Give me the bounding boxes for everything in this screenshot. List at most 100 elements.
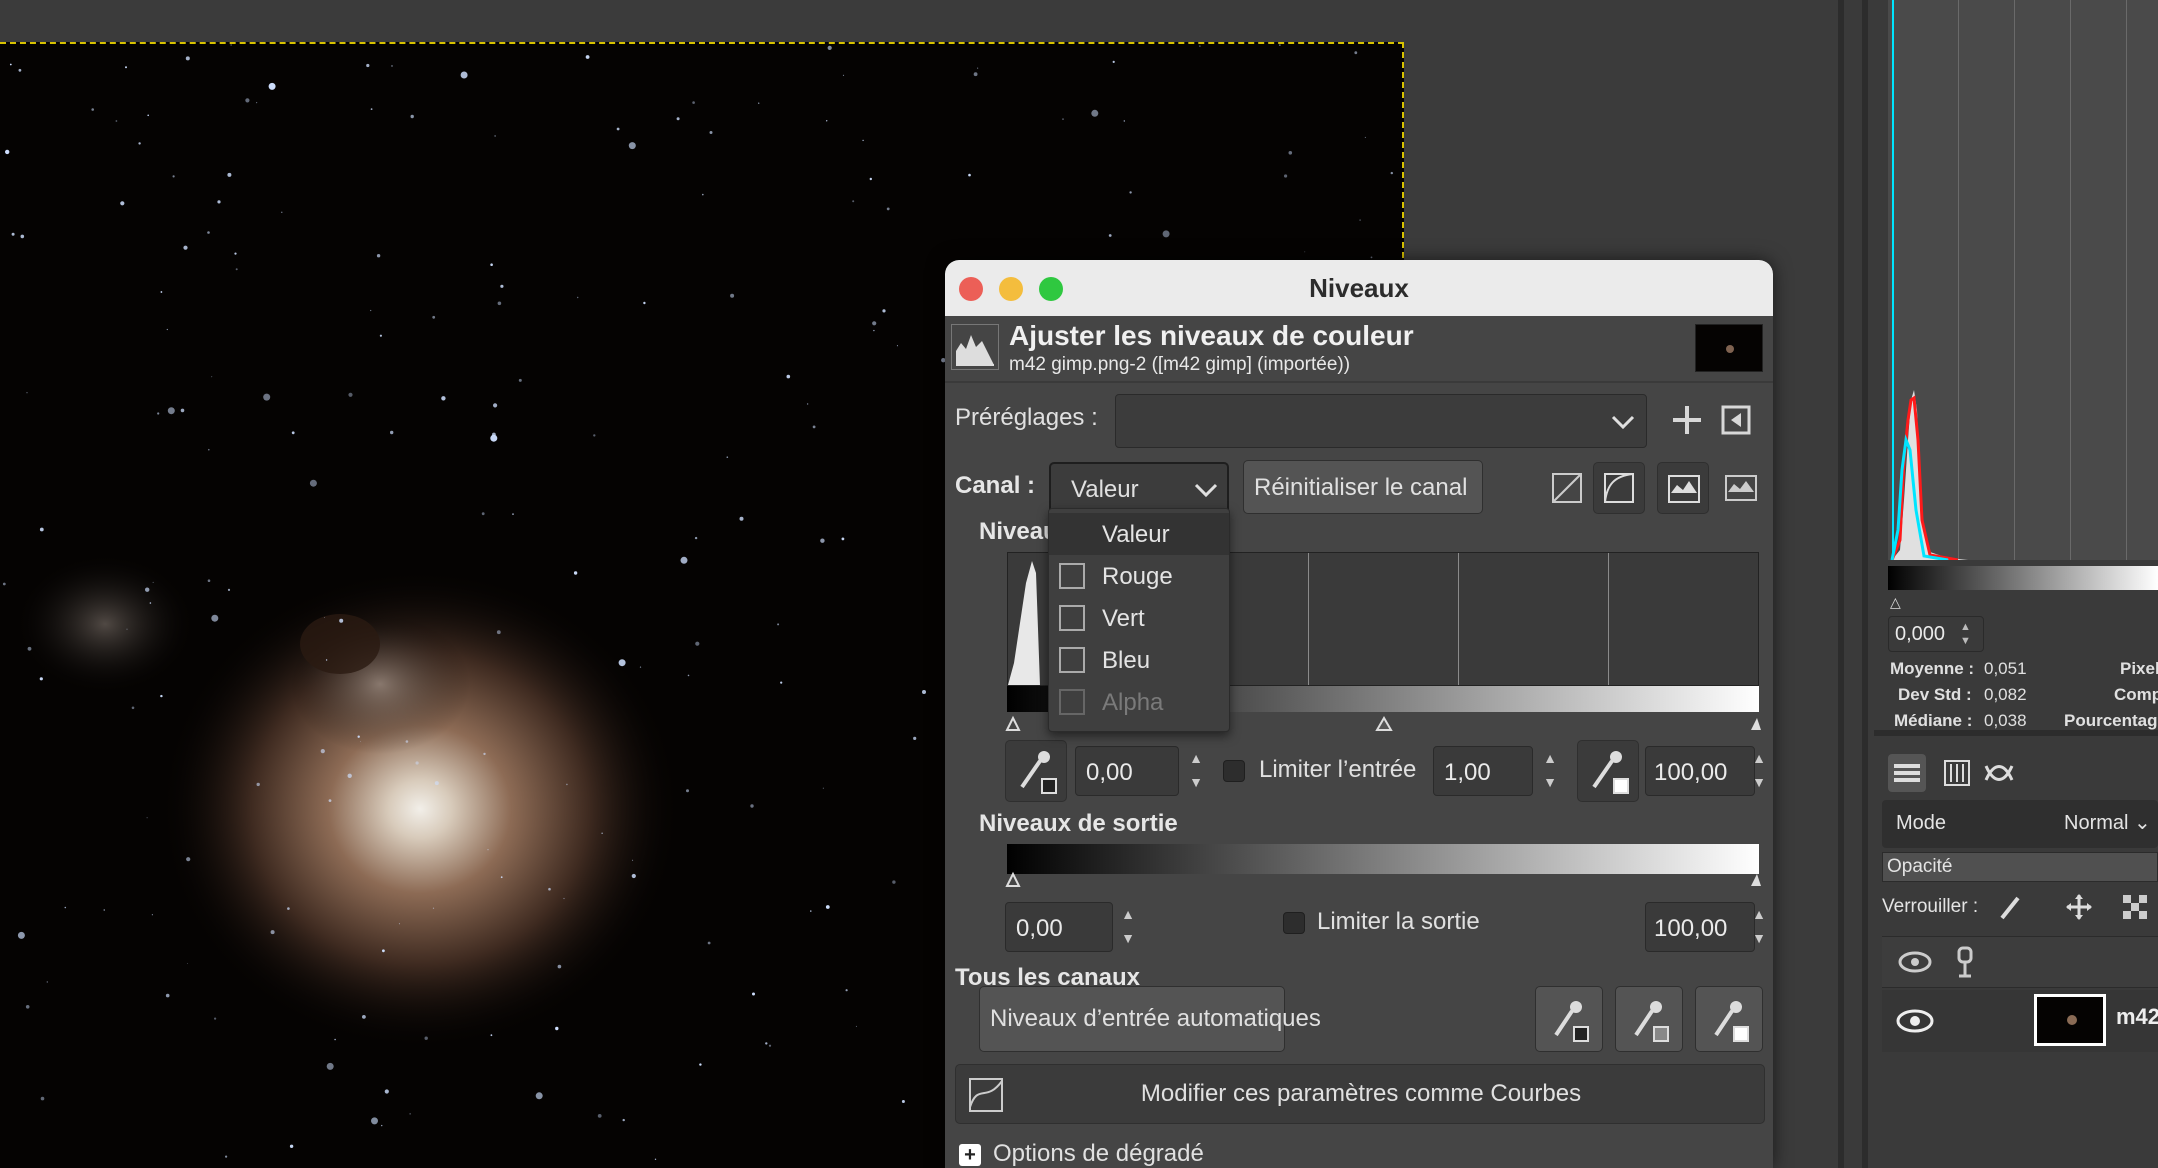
output-low-spin-arrows[interactable]: ▲ ▼ xyxy=(1113,902,1143,952)
channels-tab-icon[interactable] xyxy=(1938,754,1976,792)
star xyxy=(483,752,486,756)
star xyxy=(687,674,690,677)
star xyxy=(758,102,760,104)
pick-black-all-button[interactable] xyxy=(1535,986,1603,1052)
pick-black-point-button[interactable] xyxy=(1005,740,1067,802)
input-gamma-spin-arrows[interactable]: ▲ ▼ xyxy=(1535,746,1565,796)
menu-item-vert[interactable]: Vert xyxy=(1049,597,1229,639)
opacity-slider[interactable]: Opacité xyxy=(1882,852,2158,882)
star xyxy=(5,149,10,155)
histogram-gradient xyxy=(1888,566,2158,590)
presets-combo[interactable] xyxy=(1115,394,1647,448)
star xyxy=(17,931,25,939)
expand-plus-icon[interactable]: + xyxy=(959,1144,981,1166)
preset-menu-icon[interactable] xyxy=(1719,402,1753,438)
input-low-spin-arrows[interactable]: ▲ ▼ xyxy=(1181,746,1211,796)
output-high-spin-arrows[interactable]: ▲ ▼ xyxy=(1745,902,1773,952)
star xyxy=(263,393,271,401)
star xyxy=(1370,256,1373,259)
clamp-output-checkbox[interactable] xyxy=(1283,912,1305,934)
output-high-field[interactable]: 100,00 xyxy=(1645,902,1755,952)
pick-white-all-button[interactable] xyxy=(1695,986,1763,1052)
input-high-field[interactable]: 100,00 xyxy=(1645,746,1755,796)
star xyxy=(20,234,25,239)
star xyxy=(432,907,435,909)
star xyxy=(227,172,232,177)
edit-as-curves-button[interactable]: Modifier ces paramètres comme Courbes xyxy=(955,1064,1765,1124)
histogram-value-spin-arrows[interactable]: ▲ ▼ xyxy=(1960,620,1971,648)
chain-icon[interactable] xyxy=(1952,945,1978,979)
star xyxy=(370,108,373,110)
add-preset-icon[interactable] xyxy=(1667,400,1707,440)
output-sliders[interactable] xyxy=(1005,870,1763,888)
layer-row[interactable]: m42 xyxy=(1882,990,2158,1052)
menu-item-alpha: Alpha xyxy=(1049,681,1229,723)
clamp-input-checkbox[interactable] xyxy=(1223,760,1245,782)
star xyxy=(234,252,237,255)
star xyxy=(281,211,283,213)
dock-divider-2[interactable] xyxy=(1862,0,1868,1168)
input-high-spin-arrows[interactable]: ▲ ▼ xyxy=(1745,746,1773,796)
paths-tab-icon[interactable] xyxy=(1980,754,2018,792)
star xyxy=(841,537,845,541)
output-low-field[interactable]: 0,00 xyxy=(1005,902,1113,952)
reset-channel-button[interactable]: Réinitialiser le canal xyxy=(1243,460,1483,514)
star xyxy=(390,430,394,435)
star xyxy=(869,177,872,181)
input-gamma-field[interactable]: 1,00 xyxy=(1433,746,1533,796)
histogram-rgb-view-icon[interactable] xyxy=(1721,468,1761,508)
star xyxy=(256,782,260,787)
star xyxy=(730,293,735,298)
histogram-graph[interactable] xyxy=(1888,0,2158,560)
star xyxy=(1112,60,1115,63)
star xyxy=(768,1044,772,1047)
gradient-options-label[interactable]: Options de dégradé xyxy=(993,1140,1204,1168)
star xyxy=(922,690,926,694)
star xyxy=(103,909,105,911)
star xyxy=(1390,171,1394,175)
menu-item-valeur[interactable]: Valeur xyxy=(1049,513,1229,555)
dialog-titlebar[interactable]: Niveaux xyxy=(945,260,1773,316)
header-divider xyxy=(945,381,1773,383)
lock-alpha-icon[interactable] xyxy=(2120,892,2150,922)
star xyxy=(628,142,636,150)
auto-input-levels-button[interactable]: Niveaux d’entrée automatiques xyxy=(979,986,1321,1052)
eye-icon[interactable] xyxy=(1898,949,1932,975)
star xyxy=(149,602,152,604)
linear-histogram-icon[interactable] xyxy=(1549,470,1585,506)
lock-position-icon[interactable] xyxy=(2064,892,2094,922)
menu-item-bleu[interactable]: Bleu xyxy=(1049,639,1229,681)
histogram-view-icon[interactable] xyxy=(1657,462,1709,514)
star xyxy=(339,618,344,623)
presets-label: Préréglages : xyxy=(955,404,1098,431)
star xyxy=(309,479,317,487)
log-histogram-icon[interactable] xyxy=(1593,462,1645,514)
star xyxy=(160,694,163,698)
star xyxy=(548,887,551,891)
star xyxy=(291,431,295,435)
input-low-field[interactable]: 0,00 xyxy=(1075,746,1179,796)
histogram-rgb-curve xyxy=(1890,390,1968,560)
star xyxy=(680,556,688,564)
layer-name[interactable]: m42 xyxy=(2116,1004,2158,1030)
mode-selector[interactable]: Mode Normal ⌄ xyxy=(1882,800,2158,848)
output-levels-label: Niveaux de sortie xyxy=(979,810,1178,837)
star xyxy=(211,614,219,622)
star xyxy=(64,906,67,909)
layer-visibility-eye-icon[interactable] xyxy=(1896,1008,1934,1034)
lock-pixels-icon[interactable] xyxy=(1996,892,2026,922)
star xyxy=(1354,51,1358,55)
input-gamma-value: 1,00 xyxy=(1444,759,1491,786)
star xyxy=(167,407,175,415)
menu-item-rouge[interactable]: Rouge xyxy=(1049,555,1229,597)
panel-separator[interactable] xyxy=(1874,730,2158,736)
pick-white-point-button[interactable] xyxy=(1577,740,1639,802)
histogram-slider-handle[interactable]: △ xyxy=(1890,594,1901,611)
channel-combo[interactable]: Valeur xyxy=(1049,462,1229,514)
pick-gray-all-button[interactable] xyxy=(1615,986,1683,1052)
star xyxy=(826,120,828,122)
dock-divider[interactable] xyxy=(1838,0,1844,1168)
star xyxy=(873,329,875,332)
layers-tab-icon[interactable] xyxy=(1888,754,1926,792)
star xyxy=(882,309,886,313)
